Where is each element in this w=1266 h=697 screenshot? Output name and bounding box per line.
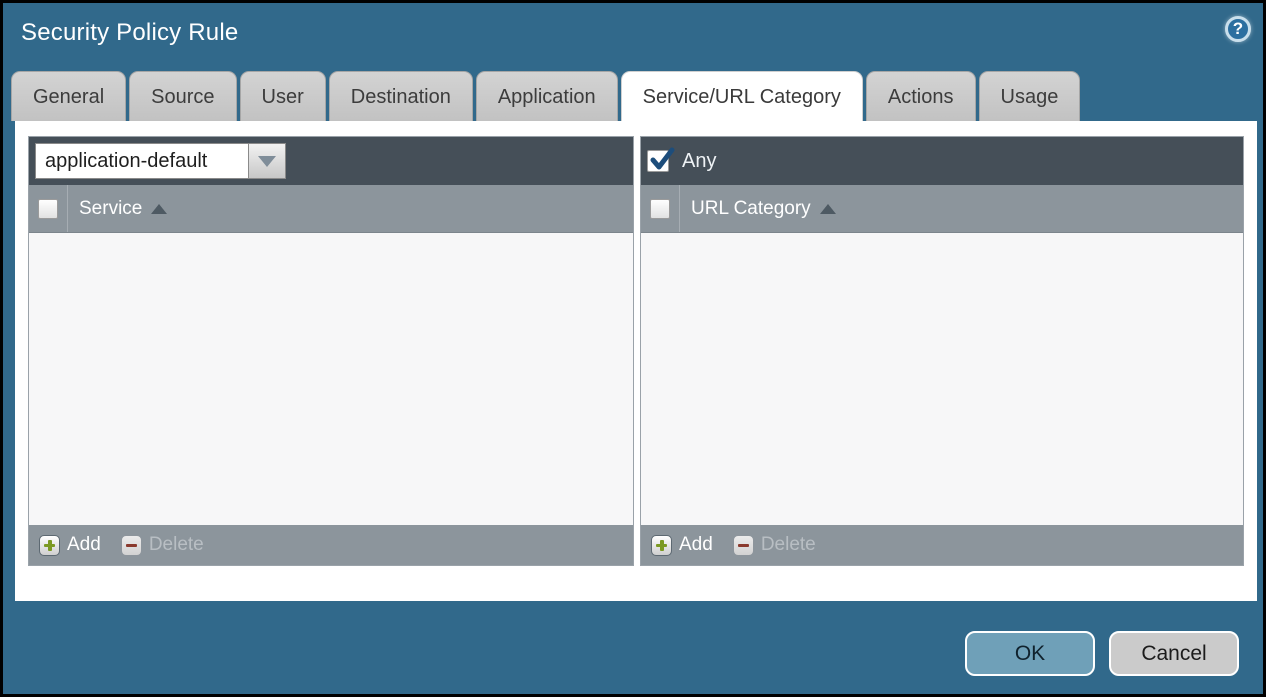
service-footer: Add Delete — [29, 525, 633, 565]
tab-destination[interactable]: Destination — [329, 71, 473, 121]
url-category-footer: Add Delete — [641, 525, 1243, 565]
service-mode-value[interactable]: application-default — [35, 143, 249, 179]
tab-general[interactable]: General — [11, 71, 126, 121]
tab-actions[interactable]: Actions — [866, 71, 976, 121]
help-icon[interactable]: ? — [1225, 16, 1251, 42]
cancel-button[interactable]: Cancel — [1109, 631, 1239, 676]
plus-icon — [39, 535, 60, 556]
url-category-column-label[interactable]: URL Category — [691, 198, 811, 220]
tab-content: application-default Service Add Delete — [15, 121, 1257, 601]
url-category-column-header: URL Category — [641, 185, 1243, 233]
service-select-all-cell — [29, 185, 68, 232]
service-add-label: Add — [67, 534, 101, 556]
service-mode-dropdown-button[interactable] — [249, 143, 286, 179]
tab-service-url-category[interactable]: Service/URL Category — [621, 71, 863, 121]
service-delete-label: Delete — [149, 534, 204, 556]
dialog-title: Security Policy Rule — [21, 19, 238, 47]
url-category-add-label: Add — [679, 534, 713, 556]
service-mode-dropdown: application-default — [35, 143, 286, 179]
url-category-select-all-cell — [641, 185, 680, 232]
service-column-header: Service — [29, 185, 633, 233]
service-panel: application-default Service Add Delete — [28, 136, 634, 566]
any-label[interactable]: Any — [682, 150, 716, 173]
tab-application[interactable]: Application — [476, 71, 618, 121]
url-category-toolbar: Any — [641, 137, 1243, 185]
ok-button[interactable]: OK — [965, 631, 1095, 676]
service-column-label[interactable]: Service — [79, 198, 142, 220]
service-panel-toolbar: application-default — [29, 137, 633, 185]
chevron-down-icon — [258, 156, 276, 167]
any-checkbox[interactable] — [647, 150, 669, 172]
url-category-delete-button[interactable]: Delete — [733, 534, 816, 556]
url-category-select-all-checkbox[interactable] — [650, 199, 670, 219]
service-add-button[interactable]: Add — [39, 534, 101, 556]
url-category-add-button[interactable]: Add — [651, 534, 713, 556]
security-policy-rule-dialog: { "window": { "title": "Security Policy … — [0, 0, 1266, 697]
url-category-panel: Any URL Category Add Delete — [640, 136, 1244, 566]
tab-source[interactable]: Source — [129, 71, 236, 121]
url-category-delete-label: Delete — [761, 534, 816, 556]
tab-bar: General Source User Destination Applicat… — [11, 71, 1080, 121]
sort-asc-icon[interactable] — [820, 204, 836, 214]
minus-icon — [733, 535, 754, 556]
service-delete-button[interactable]: Delete — [121, 534, 204, 556]
service-select-all-checkbox[interactable] — [38, 199, 58, 219]
checkmark-icon — [649, 147, 675, 173]
minus-icon — [121, 535, 142, 556]
plus-icon — [651, 535, 672, 556]
url-category-list[interactable] — [641, 233, 1243, 525]
tab-user[interactable]: User — [240, 71, 326, 121]
tab-usage[interactable]: Usage — [979, 71, 1081, 121]
sort-asc-icon[interactable] — [151, 204, 167, 214]
service-list[interactable] — [29, 233, 633, 525]
